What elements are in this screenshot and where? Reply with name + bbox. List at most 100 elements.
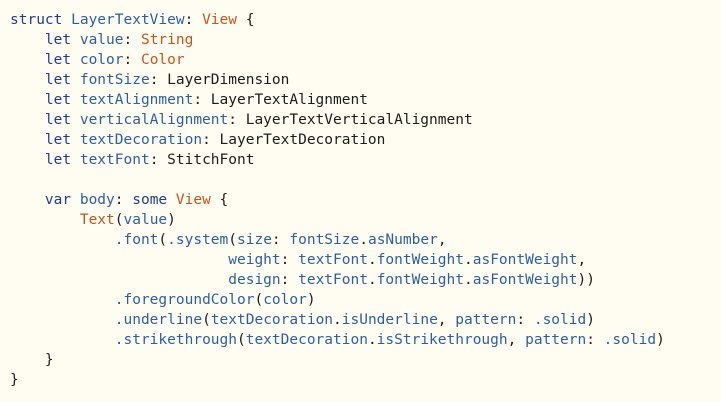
- code-token: textDecoration: [79, 132, 203, 148]
- code-token: asFontWeight: [472, 272, 578, 288]
- code-token: ,: [577, 252, 587, 268]
- code-token: :: [123, 52, 141, 68]
- code-token: textFont: [298, 272, 368, 288]
- code-line: var body: some View {: [10, 190, 721, 210]
- code-token: .strikethrough: [114, 332, 237, 348]
- code-token: .: [464, 252, 473, 268]
- code-token: .: [464, 272, 473, 288]
- code-token: : StitchFont: [149, 152, 255, 168]
- code-line: let textDecoration: LayerTextDecoration: [10, 130, 721, 150]
- code-token: ): [167, 212, 176, 228]
- code-token: textFont: [298, 252, 368, 268]
- code-token: :: [516, 312, 534, 328]
- code-editor: struct LayerTextView: View { let value: …: [0, 0, 721, 402]
- code-token: .system: [167, 232, 229, 248]
- code-line: let color: Color: [10, 50, 721, 70]
- code-token: let: [10, 52, 80, 68]
- code-token: fontWeight: [376, 252, 464, 268]
- code-token: ): [586, 312, 595, 328]
- code-token: (: [158, 232, 168, 248]
- code-token: :: [123, 32, 141, 48]
- code-token: color: [79, 52, 124, 68]
- code-token: color: [263, 292, 307, 308]
- code-token: isUnderline: [341, 312, 438, 328]
- code-token: ,: [437, 312, 456, 328]
- code-token: {: [237, 12, 255, 28]
- code-token: ): [656, 332, 665, 348]
- code-token: LayerTextView: [71, 12, 185, 28]
- code-token: : LayerDimension: [149, 72, 290, 88]
- code-token: : LayerTextDecoration: [202, 132, 386, 148]
- code-line: Text(value): [10, 210, 721, 230]
- code-token: asNumber: [367, 232, 438, 248]
- code-token: (: [228, 232, 237, 248]
- code-token: isStrikethrough: [376, 332, 508, 348]
- code-token: (: [236, 332, 246, 348]
- code-token: .: [367, 252, 377, 268]
- code-token: ,: [437, 232, 447, 248]
- code-token: ): [306, 292, 316, 308]
- code-token: : LayerTextAlignment: [193, 92, 368, 108]
- code-token: String: [140, 32, 194, 48]
- code-line: .font(.system(size: fontSize.asNumber,: [10, 230, 721, 250]
- code-token: .solid: [533, 312, 587, 328]
- code-line: }: [10, 350, 721, 370]
- code-line: weight: textFont.fontWeight.asFontWeight…: [10, 250, 721, 270]
- code-token: .solid: [603, 332, 657, 348]
- code-token: let: [10, 92, 80, 108]
- code-line: design: textFont.fontWeight.asFontWeight…: [10, 270, 721, 290]
- code-token: fontSize: [79, 72, 150, 88]
- code-token: :: [184, 12, 203, 28]
- code-token: {: [210, 192, 229, 208]
- code-token: design: [228, 272, 281, 288]
- code-token: .: [367, 272, 377, 288]
- code-token: :: [280, 272, 299, 288]
- code-token: struct: [10, 12, 72, 28]
- code-token: fontSize: [289, 232, 360, 248]
- code-line: struct LayerTextView: View {: [10, 10, 721, 30]
- code-token: .underline: [114, 312, 203, 328]
- code-token: asFontWeight: [472, 252, 578, 268]
- code-token: textDecoration: [245, 332, 368, 348]
- code-token: verticalAlignment: [79, 112, 229, 128]
- code-token: pattern: [455, 312, 517, 328]
- code-token: body: [79, 192, 115, 208]
- code-token: let: [10, 152, 80, 168]
- code-token: :: [114, 192, 133, 208]
- code-token: .: [359, 232, 368, 248]
- code-line: let value: String: [10, 30, 721, 50]
- code-token: let: [10, 112, 80, 128]
- code-token: (: [254, 292, 264, 308]
- code-token: }: [10, 352, 54, 368]
- code-line: ​: [10, 170, 721, 190]
- code-line: }: [10, 370, 721, 390]
- code-token: ,: [507, 332, 526, 348]
- code-token: View: [202, 12, 237, 28]
- code-token: textFont: [79, 152, 150, 168]
- code-token: :: [586, 332, 604, 348]
- code-token: Color: [140, 52, 185, 68]
- code-token: value: [123, 212, 168, 228]
- code-token: textDecoration: [210, 312, 334, 328]
- code-token: )): [577, 272, 595, 288]
- code-token: size: [237, 232, 272, 248]
- code-token: .font: [114, 232, 159, 248]
- code-token: weight: [228, 252, 281, 268]
- code-token: let: [10, 32, 80, 48]
- code-line: .underline(textDecoration.isUnderline, p…: [10, 310, 721, 330]
- code-token: textAlignment: [79, 92, 194, 108]
- code-token: .: [367, 332, 377, 348]
- code-token: some: [132, 192, 176, 208]
- code-token: (: [114, 212, 124, 228]
- code-token: :: [280, 252, 299, 268]
- code-line: .strikethrough(textDecoration.isStriketh…: [10, 330, 721, 350]
- code-token: .: [333, 312, 342, 328]
- code-line: let verticalAlignment: LayerTextVertical…: [10, 110, 721, 130]
- code-token: let: [10, 72, 80, 88]
- code-line: let textFont: StitchFont: [10, 150, 721, 170]
